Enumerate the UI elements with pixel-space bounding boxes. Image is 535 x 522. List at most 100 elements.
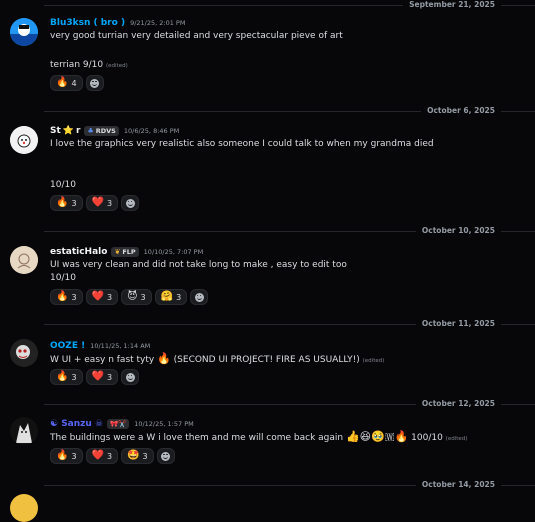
- reaction-count: 3: [107, 292, 113, 302]
- tag-label: 🎀✂️: [110, 420, 127, 428]
- username-prefix[interactable]: St: [50, 126, 61, 136]
- fire-icon: 🔥: [56, 450, 69, 461]
- server-tag[interactable]: ❦ FLP: [111, 247, 139, 257]
- timestamp: 10/12/25, 1:57 PM: [134, 420, 194, 428]
- add-reaction-button[interactable]: [156, 448, 175, 464]
- hug-icon: 🤗: [160, 291, 174, 302]
- edited-label: (edited): [445, 436, 468, 442]
- message-content: 10/10: [50, 272, 525, 285]
- edited-label: (edited): [362, 358, 385, 364]
- reaction-fire[interactable]: 🔥 4: [50, 75, 83, 91]
- reaction-fire[interactable]: 🔥 3: [50, 448, 83, 464]
- reaction-fire[interactable]: 🔥 3: [50, 195, 83, 211]
- message-text: W UI + easy n fast tyty: [50, 355, 158, 365]
- reaction-star-eyes[interactable]: 🤩 3: [121, 448, 154, 464]
- date-divider: September 21, 2025: [44, 0, 535, 10]
- reaction-count: 3: [71, 292, 77, 302]
- avatar-image: [10, 126, 38, 154]
- message-content: UI was very clean and did not take long …: [50, 259, 525, 272]
- fire-icon: 🔥: [157, 352, 171, 365]
- avatar-image: [10, 417, 38, 445]
- timestamp: 10/6/25, 8:46 PM: [123, 127, 180, 135]
- username[interactable]: estaticHalo: [50, 247, 107, 257]
- reaction-bar: 🔥 3 ❤️ 3 😈 3 🤗 3: [50, 289, 209, 305]
- username[interactable]: OOZE !: [50, 341, 85, 351]
- emoji-group: 👍😆🥹🇼🔥: [345, 430, 409, 443]
- avatar-partial[interactable]: [10, 494, 38, 522]
- add-reaction-button[interactable]: [121, 369, 140, 385]
- reaction-count: 3: [107, 198, 113, 208]
- message-line: very good turrian very detailed and very…: [50, 31, 343, 41]
- avatar-image: [10, 18, 38, 46]
- message-line: 10/10: [50, 273, 76, 283]
- reaction-count: 3: [71, 372, 77, 382]
- fire-icon: 🔥: [56, 291, 69, 302]
- add-reaction-icon: [194, 292, 204, 302]
- date-divider: October 11, 2025: [44, 319, 535, 329]
- reaction-bar: 🔥 4: [50, 75, 104, 91]
- reaction-heart[interactable]: ❤️ 3: [85, 195, 119, 211]
- reaction-heart[interactable]: ❤️ 3: [85, 369, 119, 385]
- username-suffix[interactable]: r: [76, 126, 80, 136]
- reaction-fire[interactable]: 🔥 3: [50, 369, 83, 385]
- reaction-count: 3: [142, 451, 148, 461]
- message-content: W UI + easy n fast tyty 🔥 (SECOND UI PRO…: [50, 352, 525, 368]
- heart-icon: ❤️: [91, 450, 104, 461]
- date-label: October 6, 2025: [421, 106, 501, 116]
- star-eyes-icon: 🤩: [127, 450, 140, 461]
- reaction-fire[interactable]: 🔥 3: [50, 289, 83, 305]
- add-reaction-icon: [125, 198, 135, 208]
- message-line: I love the graphics very realistic also …: [50, 139, 434, 149]
- date-label: October 11, 2025: [415, 319, 501, 329]
- devil-icon: 😈: [127, 291, 138, 302]
- add-reaction-icon: [161, 451, 171, 461]
- fire-icon: 🔥: [56, 371, 69, 382]
- reaction-heart[interactable]: ❤️ 3: [85, 448, 119, 464]
- add-reaction-button[interactable]: [85, 75, 104, 91]
- reaction-count: 3: [71, 198, 77, 208]
- avatar[interactable]: [10, 246, 38, 274]
- add-reaction-button[interactable]: [190, 289, 209, 305]
- heart-icon: ❤️: [91, 197, 104, 208]
- avatar[interactable]: [10, 18, 38, 46]
- heart-icon: ❤️: [91, 291, 104, 302]
- avatar[interactable]: [10, 417, 38, 445]
- date-label: October 12, 2025: [415, 399, 501, 409]
- avatar-image: [10, 339, 38, 367]
- reaction-devil[interactable]: 😈 3: [121, 289, 152, 305]
- avatar[interactable]: [10, 126, 38, 154]
- leaf-icon: ❦: [114, 248, 121, 256]
- tag-icon: ♣: [87, 127, 94, 135]
- message-content: very good turrian very detailed and very…: [50, 30, 525, 43]
- heart-icon: ❤️: [91, 371, 104, 382]
- tag-label: FLP: [122, 248, 136, 256]
- reaction-heart[interactable]: ❤️ 3: [85, 289, 119, 305]
- reaction-count: 3: [140, 292, 146, 302]
- edited-label: (edited): [105, 63, 128, 69]
- add-reaction-button[interactable]: [121, 195, 140, 211]
- date-divider: October 14, 2025: [44, 480, 535, 490]
- message-content: 10/10: [50, 179, 525, 192]
- reaction-bar: 🔥 3 ❤️ 3 🤩 3: [50, 448, 175, 464]
- avatar-image: [10, 246, 38, 274]
- timestamp: 10/10/25, 7:07 PM: [143, 248, 204, 256]
- username[interactable]: Blu3ksn ( bro ): [50, 18, 125, 28]
- reaction-hug[interactable]: 🤗 3: [154, 289, 188, 305]
- server-tag[interactable]: ♣ RDVS: [84, 126, 119, 136]
- message-content: The buildings were a W i love them and m…: [50, 430, 525, 446]
- avatar[interactable]: [10, 339, 38, 367]
- message-line: UI was very clean and did not take long …: [50, 260, 347, 270]
- date-label: October 14, 2025: [415, 480, 501, 490]
- message-text: 100/10: [408, 433, 446, 443]
- username[interactable]: ☯ Sanzu ☠: [50, 419, 103, 429]
- message-content: I love the graphics very realistic also …: [50, 138, 525, 151]
- message-line: terrian 9/10: [50, 60, 104, 70]
- message-text: The buildings were a W i love them and m…: [50, 433, 346, 443]
- fire-icon: 🔥: [56, 77, 69, 88]
- reaction-count: 3: [71, 451, 77, 461]
- message-line: 10/10: [50, 180, 76, 190]
- add-reaction-icon: [90, 78, 100, 88]
- reaction-bar: 🔥 3 ❤️ 3: [50, 195, 140, 211]
- date-divider: October 12, 2025: [44, 399, 535, 409]
- server-tag[interactable]: 🎀✂️: [107, 419, 130, 429]
